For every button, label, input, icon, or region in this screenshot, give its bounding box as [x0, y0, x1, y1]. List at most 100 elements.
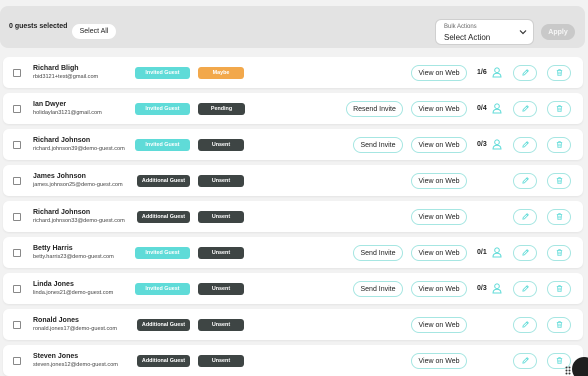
pencil-icon: [521, 316, 530, 334]
trash-icon: [555, 280, 564, 298]
view-on-web-button[interactable]: View on Web: [411, 173, 467, 189]
trash-icon: [555, 208, 564, 226]
view-on-web-button[interactable]: View on Web: [411, 65, 467, 81]
status-badge: Maybe: [198, 67, 244, 79]
delete-button[interactable]: [547, 209, 571, 225]
guest-count: 0/1: [477, 249, 487, 256]
guest-name: Richard Johnson: [33, 209, 91, 216]
view-on-web-button[interactable]: View on Web: [411, 353, 467, 369]
view-on-web-button[interactable]: View on Web: [411, 245, 467, 261]
guest-email: richard.johnson33@demo-guest.com: [33, 218, 125, 224]
guest-email: betty.harris23@demo-guest.com: [33, 254, 114, 260]
view-on-web-button[interactable]: View on Web: [411, 281, 467, 297]
pencil-icon: [521, 136, 530, 154]
edit-button[interactable]: [513, 317, 537, 333]
delete-button[interactable]: [547, 137, 571, 153]
apply-button[interactable]: Apply: [541, 24, 575, 40]
view-on-web-button[interactable]: View on Web: [411, 209, 467, 225]
bulk-actions-select[interactable]: Bulk Actions Select Action: [435, 19, 534, 45]
row-checkbox[interactable]: [13, 69, 21, 77]
guest-count-icon: [492, 103, 502, 114]
guest-type-badge: Invited Guest: [135, 139, 190, 151]
status-badge: Unsent: [198, 139, 244, 151]
delete-button[interactable]: [547, 317, 571, 333]
view-on-web-button[interactable]: View on Web: [411, 101, 467, 117]
select-all-button[interactable]: Select All: [72, 24, 116, 39]
guest-row: Steven Jones steven.jones12@demo-guest.c…: [3, 345, 583, 376]
guest-type-badge: Invited Guest: [135, 247, 190, 259]
guest-row: Betty Harris betty.harris23@demo-guest.c…: [3, 237, 583, 268]
edit-button[interactable]: [513, 245, 537, 261]
guest-email: holidaylan3121@gmail.com: [33, 110, 102, 116]
guest-name: James Johnson: [33, 173, 86, 180]
row-checkbox[interactable]: [13, 213, 21, 221]
edit-button[interactable]: [513, 281, 537, 297]
trash-icon: [555, 100, 564, 118]
delete-button[interactable]: [547, 65, 571, 81]
guest-email: steven.jones12@demo-guest.com: [33, 362, 118, 368]
guest-count: 1/6: [477, 69, 487, 76]
edit-button[interactable]: [513, 353, 537, 369]
guest-type-badge: Invited Guest: [135, 103, 190, 115]
guest-email: linda.jones21@demo-guest.com: [33, 290, 114, 296]
edit-button[interactable]: [513, 209, 537, 225]
pencil-icon: [521, 352, 530, 370]
pencil-icon: [521, 172, 530, 190]
status-badge: Unsent: [198, 175, 244, 187]
trash-icon: [555, 172, 564, 190]
trash-icon: [555, 352, 564, 370]
guest-row: James Johnson james.johnson25@demo-guest…: [3, 165, 583, 196]
edit-button[interactable]: [513, 137, 537, 153]
guest-type-badge: Invited Guest: [135, 283, 190, 295]
selected-count: 0 guests selected: [9, 23, 68, 30]
status-badge: Unsent: [198, 319, 244, 331]
drag-handle-icon[interactable]: [565, 366, 571, 375]
delete-button[interactable]: [547, 101, 571, 117]
delete-button[interactable]: [547, 173, 571, 189]
resend-invite-button[interactable]: Resend Invite: [346, 101, 403, 117]
edit-button[interactable]: [513, 173, 537, 189]
guest-name: Linda Jones: [33, 281, 74, 288]
status-badge: Unsent: [198, 283, 244, 295]
pencil-icon: [521, 208, 530, 226]
edit-button[interactable]: [513, 101, 537, 117]
row-checkbox[interactable]: [13, 285, 21, 293]
status-badge: Unsent: [198, 211, 244, 223]
view-on-web-button[interactable]: View on Web: [411, 137, 467, 153]
send-invite-button[interactable]: Send Invite: [353, 245, 403, 261]
guest-count-icon: [492, 139, 502, 150]
guest-email: james.johnson25@demo-guest.com: [33, 182, 123, 188]
guest-count: 0/4: [477, 105, 487, 112]
row-checkbox[interactable]: [13, 357, 21, 365]
delete-button[interactable]: [547, 245, 571, 261]
delete-button[interactable]: [547, 281, 571, 297]
edit-button[interactable]: [513, 65, 537, 81]
row-checkbox[interactable]: [13, 321, 21, 329]
trash-icon: [555, 244, 564, 262]
guest-count-icon: [492, 247, 502, 258]
guest-name: Ronald Jones: [33, 317, 79, 324]
guest-count-icon: [492, 67, 502, 78]
send-invite-button[interactable]: Send Invite: [353, 137, 403, 153]
guest-row: Richard Johnson richard.johnson33@demo-g…: [3, 201, 583, 232]
chat-widget-button[interactable]: [572, 357, 588, 376]
pencil-icon: [521, 100, 530, 118]
status-badge: Unsent: [198, 247, 244, 259]
row-checkbox[interactable]: [13, 177, 21, 185]
guest-email: ronald.jones17@demo-guest.com: [33, 326, 118, 332]
row-checkbox[interactable]: [13, 105, 21, 113]
guest-row: Richard Bligh rbid3121+test@gmail.com In…: [3, 57, 583, 88]
send-invite-button[interactable]: Send Invite: [353, 281, 403, 297]
guest-type-badge: Additional Guest: [137, 355, 190, 367]
row-checkbox[interactable]: [13, 249, 21, 257]
guest-type-badge: Additional Guest: [137, 319, 190, 331]
pencil-icon: [521, 280, 530, 298]
status-badge: Unsent: [198, 355, 244, 367]
trash-icon: [555, 136, 564, 154]
guest-count: 0/3: [477, 141, 487, 148]
view-on-web-button[interactable]: View on Web: [411, 317, 467, 333]
pencil-icon: [521, 64, 530, 82]
guest-row: Ian Dwyer holidaylan3121@gmail.com Invit…: [3, 93, 583, 124]
guest-email: richard.johnson39@demo-guest.com: [33, 146, 125, 152]
row-checkbox[interactable]: [13, 141, 21, 149]
